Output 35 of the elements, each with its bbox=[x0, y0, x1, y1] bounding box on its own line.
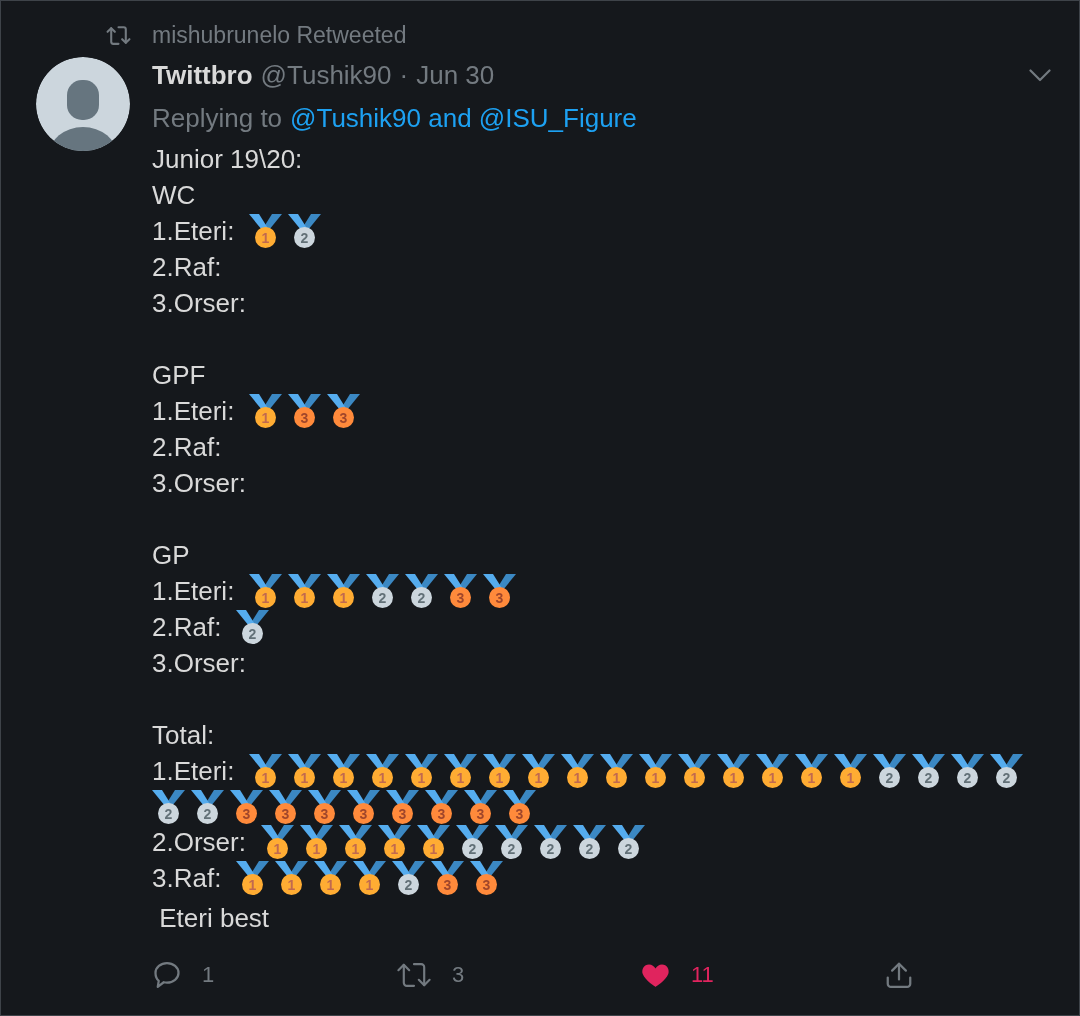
reply-button[interactable]: 1 bbox=[152, 960, 215, 990]
tweet-date[interactable]: Jun 30 bbox=[416, 57, 495, 93]
standing-label: 3.Raf: bbox=[152, 862, 222, 895]
standing-label: 1.Eteri: bbox=[152, 395, 235, 428]
closing-text: Eteri best bbox=[158, 902, 271, 935]
standing-label: 1.Eteri: bbox=[152, 215, 235, 248]
user-handle: @Tushik90 bbox=[260, 59, 392, 92]
separator-dot: · bbox=[399, 59, 409, 92]
section-title: GPF bbox=[152, 359, 207, 392]
retweet-button[interactable]: 3 bbox=[396, 960, 465, 990]
standing-label: 1.Eteri: bbox=[152, 755, 235, 788]
standing-label: 1.Eteri: bbox=[152, 575, 235, 608]
tweet-heading-text: Junior 19\20: bbox=[152, 143, 304, 176]
speech-bubble-icon bbox=[152, 960, 182, 990]
mentions-link[interactable]: @Tushik90 and @ISU_Figure bbox=[290, 100, 637, 136]
retweet-icon bbox=[106, 24, 131, 46]
chevron-down-icon[interactable] bbox=[1029, 68, 1051, 82]
standing-label: 3.Orser: bbox=[152, 647, 246, 680]
share-icon bbox=[884, 960, 914, 990]
standing-label: 2.Raf: bbox=[152, 251, 222, 284]
replying-to-label: Replying to bbox=[152, 102, 283, 135]
avatar-icon[interactable] bbox=[36, 57, 130, 151]
like-button[interactable]: 11 bbox=[640, 960, 714, 990]
standing-label: 3.Orser: bbox=[152, 287, 246, 320]
section-title: WC bbox=[152, 179, 197, 212]
standing-label: 2.Orser: bbox=[152, 826, 246, 859]
standing-label: 2.Raf: bbox=[152, 431, 222, 464]
display-name[interactable]: Twittbro bbox=[152, 57, 253, 93]
share-button[interactable] bbox=[884, 960, 914, 990]
retweet-icon bbox=[396, 960, 432, 990]
standing-label: 2.Raf: bbox=[152, 611, 222, 644]
retweeted-by-label: mishubrunelo Retweeted bbox=[152, 22, 407, 48]
section-title: Total: bbox=[152, 719, 216, 752]
standing-label: 3.Orser: bbox=[152, 467, 246, 500]
section-title: GP bbox=[152, 539, 191, 572]
